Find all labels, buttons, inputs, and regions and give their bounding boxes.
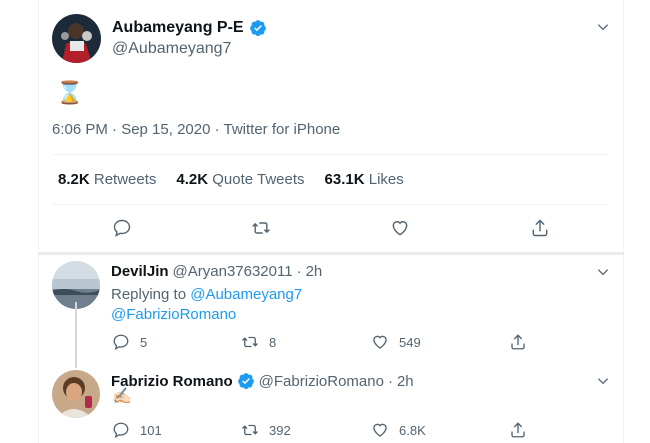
- likes-count: 63.1K: [324, 171, 365, 188]
- reply-icon: [113, 422, 129, 439]
- author-handle[interactable]: @FabrizioRomano: [259, 373, 384, 390]
- retweet-button[interactable]: 8: [241, 333, 276, 351]
- retweet-count: 392: [269, 422, 291, 438]
- chevron-down-icon[interactable]: [596, 374, 610, 388]
- retweet-icon: [242, 336, 258, 348]
- reply-header: DevilJin @Aryan37632011 · 2h: [111, 263, 322, 280]
- author-name[interactable]: DevilJin: [111, 263, 169, 280]
- author-name[interactable]: Aubameyang P-E: [112, 19, 267, 37]
- avatar[interactable]: [52, 370, 100, 418]
- replying-to-continued: @FabrizioRomano: [111, 306, 236, 323]
- chevron-down-icon[interactable]: [596, 265, 610, 279]
- reply-icon: [113, 334, 129, 351]
- author-handle[interactable]: @Aubameyang7: [112, 40, 231, 58]
- retweets-count: 8.2K: [58, 171, 90, 188]
- retweet-count: 8: [269, 334, 277, 350]
- share-icon: [511, 422, 525, 438]
- separator: ·: [387, 372, 393, 390]
- reply-count: 5: [140, 334, 148, 350]
- avatar[interactable]: [52, 14, 101, 63]
- likes-stat[interactable]: 63.1K Likes: [325, 171, 404, 188]
- author-handle[interactable]: @Aryan37632011: [173, 263, 293, 280]
- like-count: 6.8K: [399, 422, 426, 438]
- tweet-content: ⌛: [56, 80, 84, 105]
- reply-count: 101: [140, 422, 162, 438]
- reply-button[interactable]: 5: [112, 333, 147, 351]
- retweets-stat[interactable]: 8.2K Retweets: [58, 171, 156, 188]
- verified-badge-icon: [237, 373, 254, 390]
- divider: [52, 154, 608, 155]
- chevron-down-icon[interactable]: [596, 20, 610, 34]
- reply-icon[interactable]: [112, 218, 132, 238]
- reply-actions: 5 8 549: [0, 333, 650, 353]
- share-button[interactable]: [509, 333, 527, 351]
- separator: ·: [296, 263, 302, 280]
- divider: [52, 204, 608, 205]
- section-divider: [38, 252, 624, 255]
- retweet-icon: [242, 424, 258, 436]
- reply-button[interactable]: 101: [112, 421, 162, 439]
- share-button[interactable]: [509, 421, 527, 439]
- like-icon: [373, 335, 387, 349]
- like-button[interactable]: 6.8K: [371, 421, 426, 439]
- like-count: 549: [399, 334, 421, 350]
- mention-link[interactable]: @Aubameyang7: [190, 286, 302, 303]
- retweets-label: Retweets: [93, 171, 157, 188]
- replying-to-label: Replying to: [111, 286, 187, 303]
- author-name-text[interactable]: Aubameyang P-E: [112, 19, 244, 37]
- reply-header: Fabrizio Romano @FabrizioRomano · 2h: [111, 372, 414, 390]
- retweet-icon[interactable]: [251, 218, 271, 238]
- like-icon[interactable]: [390, 218, 410, 238]
- share-icon: [511, 334, 525, 350]
- quote-tweets-stat[interactable]: 4.2K Quote Tweets: [176, 171, 304, 188]
- replying-to: Replying to @Aubameyang7: [111, 286, 302, 303]
- like-icon: [373, 423, 387, 437]
- tweet-stats: 8.2K Retweets 4.2K Quote Tweets 63.1K Li…: [58, 171, 404, 188]
- tweet-actions: [0, 218, 650, 240]
- quote-tweets-count: 4.2K: [176, 171, 209, 188]
- reply-actions: 101 392 6.8K: [0, 421, 650, 441]
- like-button[interactable]: 549: [371, 333, 421, 351]
- retweet-button[interactable]: 392: [241, 421, 291, 439]
- reply-time[interactable]: 2h: [306, 263, 323, 280]
- reply-content: ✍🏻: [112, 388, 132, 405]
- tweet-timestamp[interactable]: 6:06 PM · Sep 15, 2020 · Twitter for iPh…: [52, 121, 340, 138]
- mention-link[interactable]: @FabrizioRomano: [111, 306, 236, 323]
- share-icon[interactable]: [530, 218, 550, 238]
- likes-label: Likes: [368, 171, 404, 188]
- quote-tweets-label: Quote Tweets: [212, 171, 305, 188]
- verified-badge-icon: [249, 20, 266, 37]
- reply-time[interactable]: 2h: [397, 373, 414, 390]
